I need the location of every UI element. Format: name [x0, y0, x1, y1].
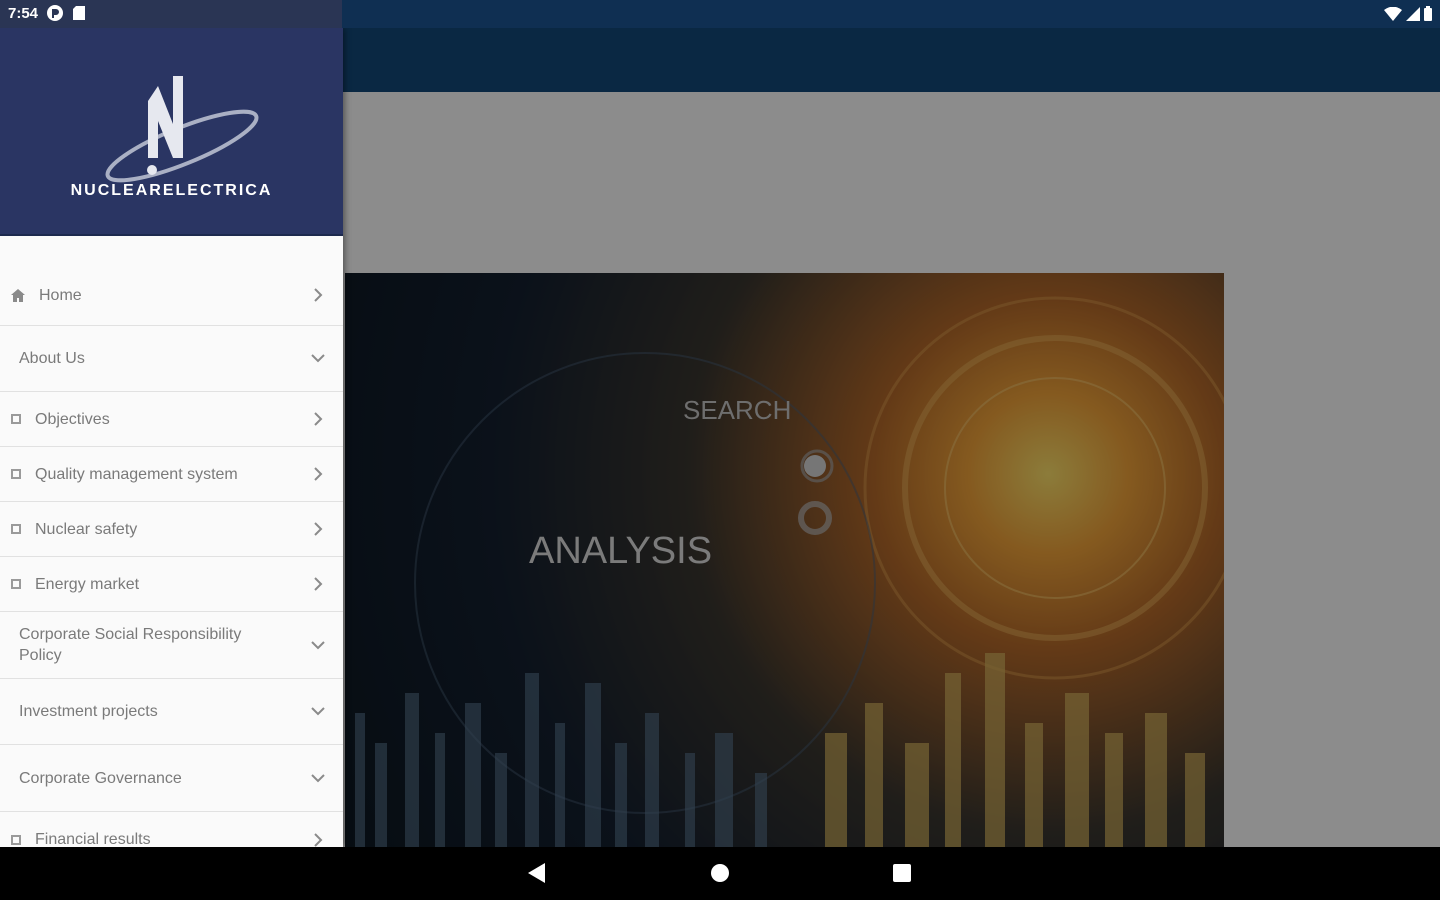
chevron-down-icon — [311, 771, 325, 785]
home-button-icon[interactable] — [710, 863, 730, 888]
back-icon[interactable] — [528, 863, 546, 888]
menu-item-label: Objectives — [35, 410, 110, 428]
square-icon — [11, 579, 21, 589]
brand-name: NUCLEARELECTRICA — [70, 182, 273, 199]
battery-icon — [1424, 6, 1432, 21]
chevron-right-icon — [311, 522, 325, 536]
sd-card-icon — [73, 6, 86, 20]
chevron-right-icon — [311, 577, 325, 591]
menu-item-nuclear-safety[interactable]: Nuclear safety — [0, 502, 343, 557]
square-icon — [11, 834, 21, 845]
chevron-down-icon — [311, 352, 325, 366]
menu-item-label: Corporate Social Responsibility Policy — [19, 626, 242, 664]
chevron-right-icon — [311, 412, 325, 426]
system-navigation-bar — [0, 847, 1440, 900]
menu-item-corporate-governance[interactable]: Corporate Governance — [0, 745, 343, 812]
square-icon — [11, 469, 21, 479]
menu-item-quality-management-system[interactable]: Quality management system — [0, 447, 343, 502]
status-time: 7:54 — [8, 4, 39, 22]
drawer-header: NUCLEARELECTRICA — [0, 28, 343, 236]
square-icon — [11, 414, 21, 424]
drawer-menu: Home About Us Objectives Quality managem… — [0, 265, 343, 847]
menu-item-financial-results[interactable]: Financial results — [0, 812, 343, 847]
recents-icon[interactable] — [893, 864, 911, 887]
square-icon — [11, 524, 21, 534]
status-bar-right — [1384, 6, 1432, 21]
chevron-down-icon — [311, 638, 325, 652]
signal-icon — [1406, 6, 1420, 21]
menu-item-about-us[interactable]: About Us — [0, 326, 343, 392]
menu-item-objectives[interactable]: Objectives — [0, 392, 343, 447]
menu-item-label: Home — [39, 286, 82, 304]
menu-item-energy-market[interactable]: Energy market — [0, 557, 343, 612]
chevron-down-icon — [311, 705, 325, 719]
menu-item-corporate-social-responsibility-policy[interactable]: Corporate Social Responsibility Policy — [0, 612, 343, 679]
menu-item-label: Investment projects — [19, 703, 158, 720]
chevron-right-icon — [311, 288, 325, 302]
menu-item-label: Nuclear safety — [35, 520, 138, 538]
menu-item-investment-projects[interactable]: Investment projects — [0, 679, 343, 745]
notification-app-icon — [47, 5, 64, 21]
chevron-right-icon — [311, 832, 325, 847]
menu-item-label: About Us — [19, 350, 85, 367]
menu-item-label: Financial results — [35, 831, 151, 847]
menu-item-home[interactable]: Home — [0, 265, 343, 326]
status-bar-left: 7:54 — [8, 4, 86, 22]
menu-item-label: Quality management system — [35, 465, 238, 483]
status-bar: 7:54 — [0, 0, 1440, 28]
chevron-right-icon — [311, 467, 325, 481]
wifi-icon — [1384, 6, 1402, 21]
home-icon — [11, 288, 25, 302]
navigation-drawer: NUCLEARELECTRICA Home About Us Objective… — [0, 28, 343, 847]
menu-item-label: Corporate Governance — [19, 769, 182, 787]
menu-item-label: Energy market — [35, 575, 140, 593]
